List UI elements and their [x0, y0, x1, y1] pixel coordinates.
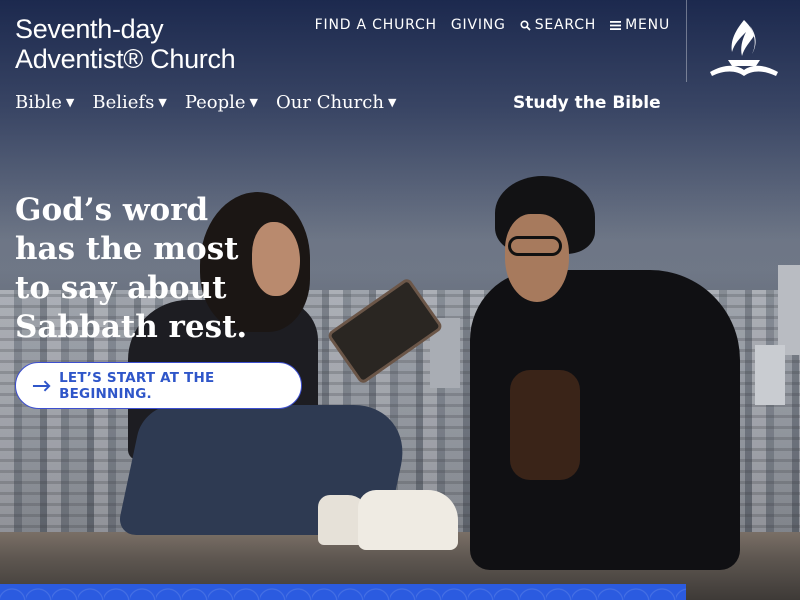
nav-people[interactable]: People ▼: [185, 92, 258, 113]
hero-headline: God’s word has the most to say about Sab…: [15, 191, 275, 347]
bottom-pattern-band: [0, 584, 686, 600]
nav-people-label: People: [184, 92, 246, 113]
glasses: [508, 236, 562, 256]
headline-line: to say about: [15, 270, 227, 306]
logo-line-1: Seventh-day: [15, 14, 164, 44]
nav-our-church[interactable]: Our Church ▼: [276, 92, 396, 113]
giving-link[interactable]: GIVING: [451, 17, 506, 33]
search-button[interactable]: SEARCH: [520, 17, 596, 33]
chevron-down-icon: ▼: [387, 96, 397, 109]
header-divider: [686, 0, 687, 82]
headline-line: has the most: [15, 231, 239, 267]
study-the-bible-link[interactable]: Study the Bible: [513, 93, 661, 113]
arrow-right-icon: [32, 380, 51, 391]
guitar: [510, 370, 580, 480]
skyscraper: [778, 265, 800, 355]
menu-label: MENU: [625, 17, 670, 33]
search-icon: [520, 19, 531, 31]
chevron-down-icon: ▼: [65, 96, 75, 109]
headline-line: God’s word: [15, 192, 209, 228]
nav-beliefs[interactable]: Beliefs ▼: [92, 92, 166, 113]
adventist-flame-logo-icon[interactable]: [706, 16, 782, 82]
chevron-down-icon: ▼: [249, 96, 259, 109]
hamburger-icon: [610, 20, 622, 30]
headline-line: Sabbath rest.: [15, 309, 248, 345]
cta-label: LET’S START AT THE BEGINNING.: [59, 369, 215, 402]
giving-label: GIVING: [450, 17, 506, 33]
nav-bible-label: Bible: [15, 92, 62, 113]
logo-line-2: Adventist® Church: [15, 44, 236, 74]
find-a-church-label: FIND A CHURCH: [314, 17, 437, 33]
start-at-beginning-button[interactable]: LET’S START AT THE BEGINNING.: [15, 362, 302, 409]
chevron-down-icon: ▼: [158, 96, 167, 109]
nav-bible[interactable]: Bible ▼: [15, 92, 74, 113]
utility-nav: FIND A CHURCH GIVING SEARCH MENU: [315, 17, 670, 33]
find-a-church-link[interactable]: FIND A CHURCH: [315, 17, 437, 33]
building: [755, 345, 785, 405]
nav-our-church-label: Our Church: [276, 92, 384, 113]
site-logo-link[interactable]: Seventh-day Adventist® Church: [15, 14, 236, 74]
search-label: SEARCH: [534, 17, 597, 33]
sneaker: [358, 490, 458, 550]
menu-button[interactable]: MENU: [610, 17, 670, 33]
main-nav: Bible ▼ Beliefs ▼ People ▼ Our Church ▼: [15, 92, 396, 113]
nav-beliefs-label: Beliefs: [92, 92, 155, 113]
man-face: [505, 214, 569, 302]
